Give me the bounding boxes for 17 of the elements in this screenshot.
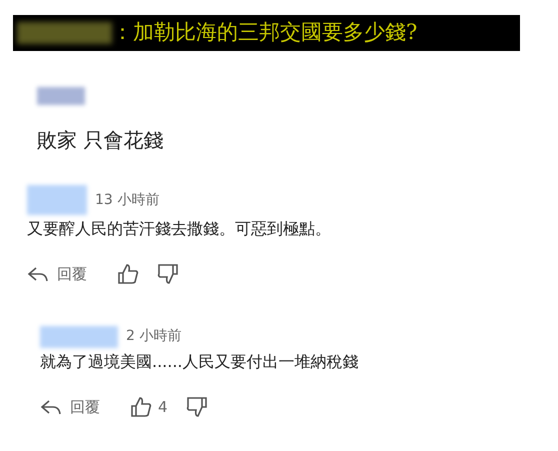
reply-button[interactable]: 回覆 [27, 263, 87, 286]
comment-text: 又要醡人民的苦汗錢去撒錢。可惡到極點。 [27, 218, 332, 240]
comment-text: 就為了過境美國......人民又要付出一堆納稅錢 [40, 350, 360, 372]
comment-text: 敗家 只會花錢 [37, 127, 164, 154]
timestamp: 2 小時前 [126, 327, 182, 346]
like-button[interactable]: 4 [130, 396, 168, 418]
reply-icon[interactable] [27, 265, 49, 284]
reply-button[interactable]: 回覆 [40, 396, 100, 418]
like-button[interactable] [117, 263, 139, 286]
headline-text: ：加勒比海的三邦交國要多少錢? [112, 19, 418, 46]
blurred-name [27, 185, 87, 215]
dislike-button[interactable] [157, 263, 179, 286]
timestamp: 13 小時前 [95, 190, 160, 210]
reply-icon[interactable] [40, 398, 62, 416]
dislike-button[interactable] [186, 396, 208, 418]
thumbs-up-icon[interactable] [130, 396, 152, 418]
blurred-name [37, 87, 85, 105]
